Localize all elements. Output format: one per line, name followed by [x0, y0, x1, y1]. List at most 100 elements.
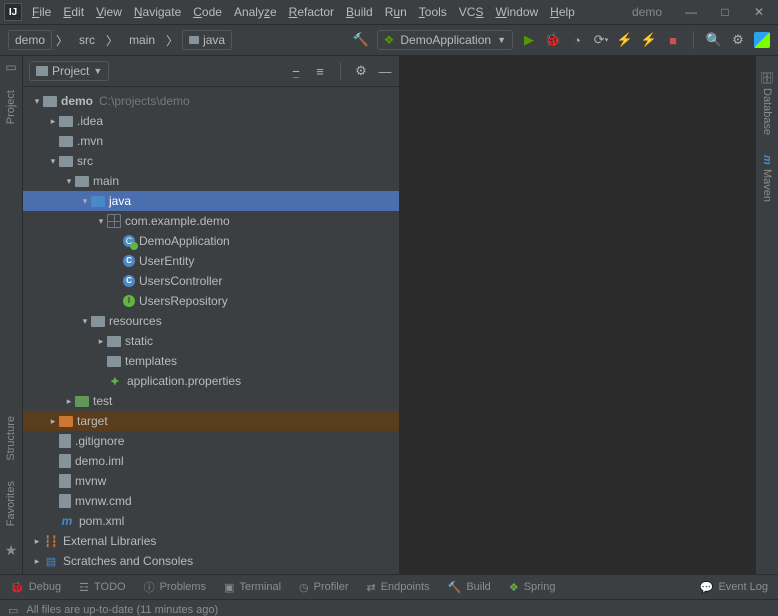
breadcrumb-demo[interactable]: demo: [8, 30, 52, 50]
menu-analyze[interactable]: Analyze: [234, 5, 277, 19]
select-opened-file-icon[interactable]: ⎯̲: [288, 63, 304, 79]
debug-bug-icon[interactable]: 🐞: [545, 32, 561, 48]
chevron-down-icon[interactable]: ▾: [31, 96, 43, 107]
breadcrumb-java[interactable]: java: [182, 30, 232, 50]
tree-node-static[interactable]: ▸static: [23, 331, 399, 351]
project-toolwindow-header: Project ▼ ⎯̲ ≡ ⚙ —: [23, 56, 399, 87]
event-log-button[interactable]: 💬Event Log: [700, 581, 768, 594]
tree-node-main[interactable]: ▾main: [23, 171, 399, 191]
menu-view[interactable]: View: [96, 5, 122, 19]
menu-file[interactable]: FFileile: [32, 5, 51, 19]
breadcrumb-main[interactable]: main: [122, 30, 162, 50]
collapse-all-icon[interactable]: ≡: [312, 64, 328, 79]
tree-node-application-properties[interactable]: ⯌application.properties: [23, 371, 399, 391]
project-view-selector[interactable]: Project ▼: [29, 61, 109, 81]
endpoints-tool-tab[interactable]: ⇄Endpoints: [366, 581, 429, 594]
todo-tool-tab[interactable]: ☲TODO: [79, 581, 125, 594]
debug-tool-tab[interactable]: 🐞Debug: [10, 581, 61, 594]
menu-vcs[interactable]: VCS: [459, 5, 484, 19]
hammer-build-icon[interactable]: 🔨: [353, 32, 369, 48]
chevron-right-icon: 〉: [106, 32, 118, 49]
project-tool-icon[interactable]: ▭: [5, 60, 16, 74]
run-profile-icon[interactable]: ⟳▾: [593, 32, 609, 48]
chevron-down-icon[interactable]: ▾: [79, 196, 91, 207]
tree-node-External-Libraries[interactable]: ▸┇┇External Libraries: [23, 531, 399, 551]
menu-build[interactable]: Build: [346, 5, 373, 19]
tree-node-label: DemoApplication: [139, 234, 230, 248]
plugins-cube-icon[interactable]: [754, 32, 770, 48]
tree-node-UserEntity[interactable]: CUserEntity: [23, 251, 399, 271]
menu-run[interactable]: Run: [385, 5, 407, 19]
maven-tool-tab[interactable]: mMaven: [761, 151, 773, 206]
menu-help[interactable]: Help: [550, 5, 575, 19]
window-close-button[interactable]: ✕: [744, 2, 774, 22]
run-coverage-icon[interactable]: ◔: [569, 32, 585, 48]
database-tool-tab[interactable]: 🗄Database: [761, 66, 774, 139]
tree-node--mvn[interactable]: .mvn: [23, 131, 399, 151]
settings-gear-icon[interactable]: ⚙: [730, 32, 746, 48]
tree-node-mvnw-cmd[interactable]: mvnw.cmd: [23, 491, 399, 511]
chevron-down-icon[interactable]: ▾: [63, 176, 75, 187]
terminal-tool-tab[interactable]: ▣Terminal: [224, 581, 281, 594]
menu-navigate[interactable]: Navigate: [134, 5, 181, 19]
tree-node-mvnw[interactable]: mvnw: [23, 471, 399, 491]
run-play-icon[interactable]: ▶: [521, 32, 537, 48]
status-bar-icon[interactable]: ▭: [8, 604, 18, 616]
problems-tool-tab[interactable]: ⓘProblems: [144, 579, 206, 595]
menu-tools[interactable]: Tools: [419, 5, 447, 19]
project-tool-tab[interactable]: Project: [5, 86, 17, 128]
favorites-tool-tab[interactable]: Favorites: [5, 477, 17, 530]
chevron-right-icon[interactable]: ▸: [63, 396, 75, 407]
menu-edit[interactable]: Edit: [63, 5, 84, 19]
breadcrumb-src[interactable]: src: [72, 30, 102, 50]
chevron-down-icon[interactable]: ▾: [95, 216, 107, 227]
favorites-star-icon[interactable]: ★: [5, 542, 18, 559]
tree-node-label: .mvn: [77, 134, 103, 148]
spring-tool-tab[interactable]: ❖Spring: [509, 581, 556, 594]
project-tree[interactable]: ▾demoC:\projects\demo▸.idea .mvn ▾src▾main…: [23, 87, 399, 574]
menu-code[interactable]: Code: [193, 5, 222, 19]
tree-node-UsersRepository[interactable]: IUsersRepository: [23, 291, 399, 311]
tree-node-pom-xml[interactable]: mpom.xml: [23, 511, 399, 531]
chevron-right-icon[interactable]: ▸: [31, 536, 43, 547]
tree-node--idea[interactable]: ▸.idea: [23, 111, 399, 131]
tree-node-label: mvnw.cmd: [75, 494, 132, 508]
window-minimize-button[interactable]: —: [676, 2, 706, 22]
tree-node-test[interactable]: ▸test: [23, 391, 399, 411]
search-icon[interactable]: 🔍: [706, 32, 722, 48]
toolwindow-gear-icon[interactable]: ⚙: [353, 63, 369, 79]
tree-node-resources[interactable]: ▾resources: [23, 311, 399, 331]
tree-node-src[interactable]: ▾src: [23, 151, 399, 171]
bottom-tool-strip: 🐞Debug ☲TODO ⓘProblems ▣Terminal ◷Profil…: [0, 574, 778, 599]
tree-node-Scratches-and-Consoles[interactable]: ▸▤Scratches and Consoles: [23, 551, 399, 571]
structure-tool-tab[interactable]: Structure: [5, 412, 17, 465]
editor-area[interactable]: [400, 56, 755, 574]
menu-window[interactable]: Window: [495, 5, 538, 19]
tree-node-templates[interactable]: templates: [23, 351, 399, 371]
profiler-icon: ◷: [299, 581, 309, 594]
window-maximize-button[interactable]: □: [710, 2, 740, 22]
title-project-name: demo: [632, 5, 662, 19]
tree-node-UsersController[interactable]: CUsersController: [23, 271, 399, 291]
chevron-right-icon[interactable]: ▸: [47, 416, 59, 427]
rerun-icon[interactable]: ⚡: [641, 32, 657, 48]
tree-node-DemoApplication[interactable]: CDemoApplication: [23, 231, 399, 251]
run-configuration-dropdown[interactable]: ❖ DemoApplication ▼: [377, 30, 513, 50]
profiler-tool-tab[interactable]: ◷Profiler: [299, 581, 348, 594]
tree-node--gitignore[interactable]: .gitignore: [23, 431, 399, 451]
hide-toolwindow-icon[interactable]: —: [377, 64, 393, 79]
build-tool-tab[interactable]: 🔨Build: [448, 581, 491, 594]
tree-node-java[interactable]: ▾java: [23, 191, 399, 211]
chevron-right-icon[interactable]: ▸: [95, 336, 107, 347]
chevron-down-icon[interactable]: ▾: [47, 156, 59, 167]
tree-node-demo[interactable]: ▾demoC:\projects\demo: [23, 91, 399, 111]
chevron-right-icon[interactable]: ▸: [47, 116, 59, 127]
tree-node-target[interactable]: ▸target: [23, 411, 399, 431]
stop-icon[interactable]: ■: [665, 32, 681, 48]
tree-node-com-example-demo[interactable]: ▾com.example.demo: [23, 211, 399, 231]
chevron-right-icon[interactable]: ▸: [31, 556, 43, 567]
attach-icon[interactable]: ⚡: [617, 32, 633, 48]
tree-node-demo-iml[interactable]: demo.iml: [23, 451, 399, 471]
menu-refactor[interactable]: Refactor: [289, 5, 334, 19]
chevron-down-icon[interactable]: ▾: [79, 316, 91, 327]
